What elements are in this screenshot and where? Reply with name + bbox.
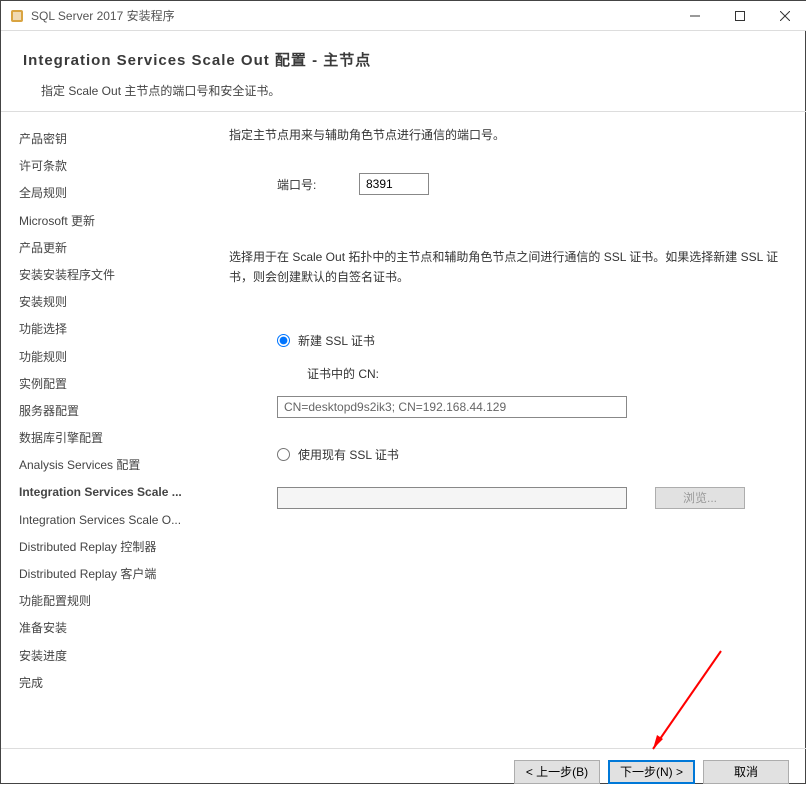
instruction-port: 指定主节点用来与辅助角色节点进行通信的端口号。 xyxy=(229,126,785,143)
header-section: Integration Services Scale Out 配置 - 主节点 … xyxy=(1,31,806,112)
title-bar: SQL Server 2017 安装程序 xyxy=(1,1,806,31)
cn-row xyxy=(229,396,785,418)
radio-new-ssl[interactable] xyxy=(277,334,290,347)
sidebar-item[interactable]: Distributed Replay 控制器 xyxy=(17,534,203,561)
main-panel: 指定主节点用来与辅助角色节点进行通信的端口号。 端口号: 选择用于在 Scale… xyxy=(207,112,806,748)
radio-existing-ssl-row[interactable]: 使用现有 SSL 证书 xyxy=(277,446,785,463)
sidebar-item[interactable]: 安装安装程序文件 xyxy=(17,262,203,289)
sidebar-item[interactable]: Distributed Replay 客户端 xyxy=(17,561,203,588)
sidebar-item[interactable]: Analysis Services 配置 xyxy=(17,452,203,479)
sidebar-item[interactable]: 功能选择 xyxy=(17,316,203,343)
sidebar-item[interactable]: 功能配置规则 xyxy=(17,588,203,615)
radio-existing-ssl[interactable] xyxy=(277,448,290,461)
sidebar-item[interactable]: 实例配置 xyxy=(17,371,203,398)
cancel-button[interactable]: 取消 xyxy=(703,760,789,784)
sidebar-item[interactable]: 完成 xyxy=(17,670,203,697)
sidebar: 产品密钥许可条款全局规则Microsoft 更新产品更新安装安装程序文件安装规则… xyxy=(1,112,207,748)
back-button[interactable]: < 上一步(B) xyxy=(514,760,600,784)
sidebar-item[interactable]: 产品更新 xyxy=(17,235,203,262)
sidebar-item[interactable]: 服务器配置 xyxy=(17,398,203,425)
sidebar-item[interactable]: 准备安装 xyxy=(17,615,203,642)
app-icon xyxy=(9,8,25,24)
cn-input[interactable] xyxy=(277,396,627,418)
radio-existing-ssl-label: 使用现有 SSL 证书 xyxy=(298,446,399,463)
page-title: Integration Services Scale Out 配置 - 主节点 xyxy=(23,49,785,70)
sidebar-item[interactable]: 产品密钥 xyxy=(17,126,203,153)
sidebar-item[interactable]: Integration Services Scale ... xyxy=(17,479,203,506)
content-area: 产品密钥许可条款全局规则Microsoft 更新产品更新安装安装程序文件安装规则… xyxy=(1,112,806,748)
sidebar-item[interactable]: Integration Services Scale O... xyxy=(17,507,203,534)
next-button[interactable]: 下一步(N) > xyxy=(608,760,695,784)
browse-row: 浏览... xyxy=(229,487,785,509)
browse-button: 浏览... xyxy=(655,487,745,509)
sidebar-item[interactable]: 数据库引擎配置 xyxy=(17,425,203,452)
page-subtitle: 指定 Scale Out 主节点的端口号和安全证书。 xyxy=(23,82,785,99)
maximize-button[interactable] xyxy=(717,1,762,30)
sidebar-item[interactable]: 安装规则 xyxy=(17,289,203,316)
sidebar-item[interactable]: 许可条款 xyxy=(17,153,203,180)
instruction-ssl: 选择用于在 Scale Out 拓扑中的主节点和辅助角色节点之间进行通信的 SS… xyxy=(229,247,785,288)
port-input[interactable] xyxy=(359,173,429,195)
sidebar-item[interactable]: 功能规则 xyxy=(17,344,203,371)
window-title: SQL Server 2017 安装程序 xyxy=(31,7,672,24)
minimize-button[interactable] xyxy=(672,1,717,30)
browse-input xyxy=(277,487,627,509)
close-button[interactable] xyxy=(762,1,806,30)
radio-new-ssl-row[interactable]: 新建 SSL 证书 xyxy=(277,332,785,349)
sidebar-item[interactable]: 全局规则 xyxy=(17,180,203,207)
radio-new-ssl-label: 新建 SSL 证书 xyxy=(298,332,375,349)
sidebar-item[interactable]: 安装进度 xyxy=(17,643,203,670)
window-controls xyxy=(672,1,806,30)
sidebar-item[interactable]: Microsoft 更新 xyxy=(17,208,203,235)
footer: < 上一步(B) 下一步(N) > 取消 xyxy=(1,748,806,794)
port-label: 端口号: xyxy=(229,176,329,193)
port-row: 端口号: xyxy=(229,173,785,195)
cn-label: 证书中的 CN: xyxy=(307,365,785,382)
